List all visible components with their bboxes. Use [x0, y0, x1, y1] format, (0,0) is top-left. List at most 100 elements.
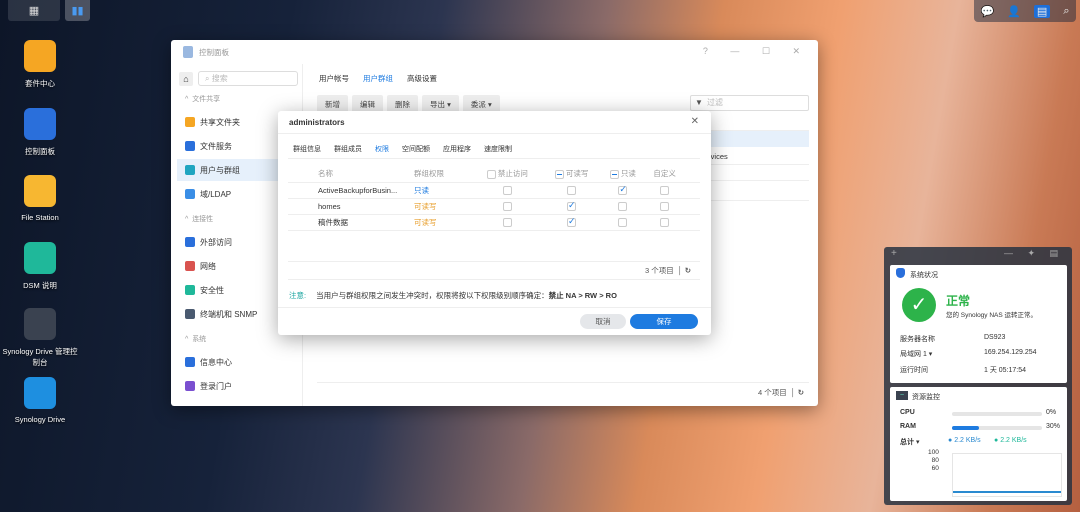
filter-placeholder: 过滤 — [707, 98, 723, 107]
status-title: 系统状况 — [910, 272, 938, 279]
section-system[interactable]: ^ 系统 — [185, 334, 206, 344]
server-value: DS923 — [984, 334, 1006, 341]
app-icon — [24, 242, 56, 274]
desktop-icon[interactable]: Synology Drive — [0, 377, 80, 424]
section-label: 系统 — [192, 336, 207, 343]
tab[interactable]: 高级设置 — [407, 73, 437, 84]
sidebar-item-label: 网络 — [200, 261, 216, 271]
sidebar-item-icon — [185, 141, 195, 151]
permission-checkbox-custom[interactable] — [660, 185, 670, 195]
dialog-tab[interactable]: 群组信息 — [293, 144, 321, 154]
chat-icon[interactable]: 💬 — [981, 5, 995, 18]
header-checkbox[interactable] — [609, 169, 619, 179]
search-icon[interactable]: ⌕ — [1063, 5, 1069, 18]
sidebar-item-label: 共享文件夹 — [200, 117, 240, 127]
share-name: ActiveBackupforBusin... — [318, 182, 414, 199]
dialog-tab[interactable]: 速度限制 — [484, 144, 512, 154]
group-edit-dialog: administrators ✕ 群组信息 群组成员 权限 空间配额 应用程序 速度限制 … — [278, 111, 711, 335]
app-icon — [183, 46, 193, 58]
table-row[interactable]: homes 可读写 — [288, 198, 700, 215]
cancel-button[interactable]: 取消 — [580, 314, 626, 329]
taskbar-control-panel[interactable]: ▮▮ — [65, 0, 90, 21]
col-header[interactable]: 禁止访问 — [472, 166, 543, 183]
y-tick: 60 — [931, 465, 939, 472]
permission-checkbox-rw[interactable] — [567, 200, 577, 211]
download-speed: ● 2.2 KB/s — [994, 437, 1027, 444]
permission-checkbox-na[interactable] — [502, 217, 512, 227]
search-placeholder: 搜索 — [211, 74, 228, 83]
dialog-tab[interactable]: 权限 — [375, 144, 389, 154]
permission-checkbox-ro[interactable] — [618, 201, 628, 211]
table-row[interactable]: ActiveBackupforBusin... 只读 — [288, 182, 700, 199]
permission-checkbox-custom[interactable] — [660, 201, 670, 211]
user-icon[interactable]: 👤 — [1007, 5, 1021, 18]
add-widget-icon[interactable]: + — [891, 248, 897, 259]
desktop-icon-label: 套件中心 — [25, 79, 55, 88]
window-title: 控制面板 — [199, 47, 229, 57]
desktop-icon[interactable]: 套件中心 — [0, 40, 80, 89]
app-icon — [24, 40, 56, 72]
app-icon — [24, 308, 56, 340]
filter-input[interactable]: ▼ 过滤 — [690, 95, 809, 111]
desktop-icon[interactable]: DSM 说明 — [0, 242, 80, 291]
permission-checkbox-na[interactable] — [502, 185, 512, 195]
tab[interactable]: 用户帐号 — [319, 73, 349, 84]
sidebar-item-label: 登录门户 — [200, 381, 232, 391]
widget-panel: + — ✦ ▤ 系统状况 ✓ 正常 您的 Synology NAS 运转正常。 … — [884, 247, 1072, 505]
section-connectivity[interactable]: ^ 连接性 — [185, 214, 213, 224]
widget-controls[interactable]: — ✦ ▤ — [1004, 248, 1064, 259]
permission-checkbox-custom[interactable] — [660, 217, 670, 227]
sidebar-item-icon — [185, 357, 195, 367]
grid-icon: ▦ — [28, 5, 40, 17]
table-row[interactable]: 稿件数据 可读写 — [288, 214, 700, 231]
total-dropdown[interactable]: 总计 ▾ — [900, 437, 919, 447]
sidebar-item-icon — [185, 381, 195, 391]
uptime-label: 运行时间 — [900, 367, 928, 374]
ram-bar — [952, 426, 1042, 430]
tab[interactable]: 用户群组 — [363, 73, 393, 84]
control-panel-icon: ▮▮ — [71, 5, 84, 17]
refresh-icon[interactable]: ↻ — [798, 388, 804, 397]
sidebar-item-icon — [185, 117, 195, 127]
sidebar-item-icon — [185, 165, 195, 175]
header-checkbox[interactable] — [554, 169, 564, 179]
permission-checkbox-ro[interactable] — [618, 217, 628, 227]
col-header[interactable]: 自定义 — [645, 166, 684, 183]
lan-dropdown[interactable]: 局域网 1 ▾ — [900, 349, 932, 359]
sidebar-item-icon — [185, 261, 195, 271]
permission-checkbox-ro[interactable] — [618, 184, 628, 195]
desktop-icon[interactable]: File Station — [0, 175, 80, 222]
header-checkbox[interactable] — [486, 169, 496, 179]
desktop-icon[interactable]: 控制面板 — [0, 108, 80, 157]
resource-monitor-card: ~ 资源监控 CPU 0% RAM 30% 总计 ▾ ● 2.2 KB/s ● … — [890, 387, 1067, 501]
sidebar-item-label: 域/LDAP — [200, 189, 232, 199]
col-header[interactable]: 可读写 — [542, 166, 601, 183]
permission-checkbox-rw[interactable] — [567, 216, 577, 227]
close-icon[interactable]: ✕ — [691, 116, 699, 127]
window-controls[interactable]: ? — ☐ ✕ — [703, 46, 810, 57]
refresh-icon[interactable]: ↻ — [685, 266, 691, 275]
app-icon — [24, 108, 56, 140]
col-header[interactable]: 只读 — [600, 166, 646, 183]
dialog-tab[interactable]: 空间配额 — [402, 144, 430, 154]
permission-checkbox-na[interactable] — [502, 201, 512, 211]
sidebar-item-label: 文件服务 — [200, 141, 232, 151]
widgets-icon[interactable]: ▤ — [1033, 4, 1051, 18]
permission-checkbox-rw[interactable] — [567, 185, 577, 195]
sidebar-item[interactable]: 信息中心 — [177, 351, 302, 373]
sidebar-item[interactable]: 登录门户 — [177, 375, 302, 397]
main-menu-button[interactable]: ▦ — [8, 0, 60, 21]
info-shield-icon — [896, 268, 905, 278]
dialog-tab[interactable]: 群组成员 — [334, 144, 362, 154]
save-button[interactable]: 保存 — [630, 314, 698, 329]
section-label: 连接性 — [192, 216, 214, 223]
desktop-icon[interactable]: Synology Drive 管理控制台 — [0, 308, 80, 368]
share-name: 稿件数据 — [318, 214, 414, 231]
col-header: 名称 — [318, 166, 414, 183]
ram-value: 30% — [1046, 423, 1061, 430]
search-input[interactable]: ⌕ 搜索 — [198, 71, 298, 86]
y-tick: 80 — [931, 457, 939, 464]
dialog-tab[interactable]: 应用程序 — [443, 144, 471, 154]
home-icon[interactable]: ⌂ — [179, 72, 193, 86]
section-file-sharing[interactable]: ^ 文件共享 — [185, 94, 220, 104]
